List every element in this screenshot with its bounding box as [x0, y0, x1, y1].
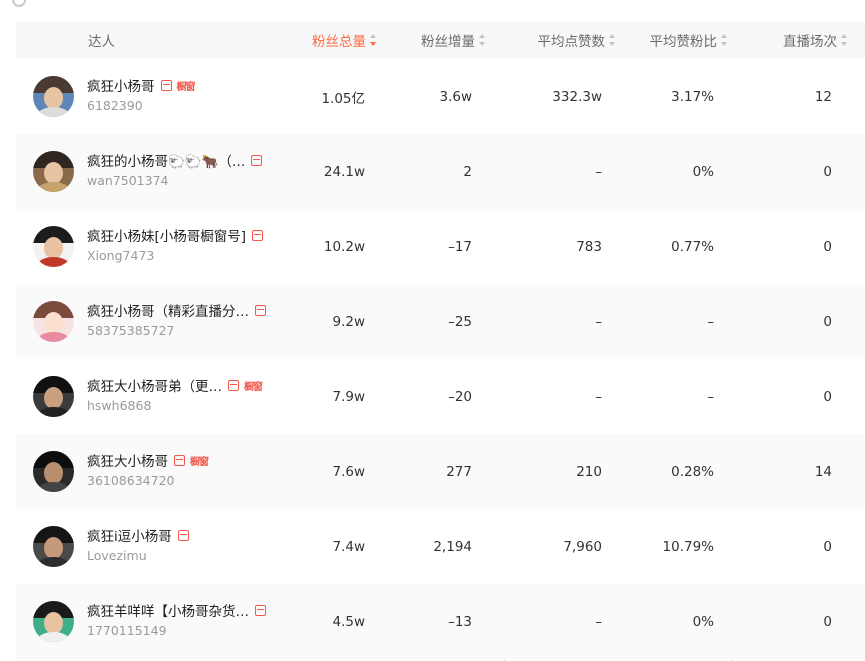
influencer-name[interactable]: 疯狂羊咩咩【小杨哥杂货…	[87, 600, 249, 620]
avatar[interactable]	[33, 376, 74, 417]
douyin-badge-icon	[160, 79, 172, 91]
table-row[interactable]: 疯狂小杨妹[小杨哥橱窗号] Xiong7473 10.2w –17 783 0.…	[16, 209, 865, 284]
fans-total: 7.6w	[332, 463, 365, 480]
fans-increase: –25	[448, 313, 472, 330]
corner-circle-icon	[12, 0, 26, 7]
sort-icon	[721, 34, 728, 46]
fans-total: 1.05亿	[321, 90, 365, 107]
table-row[interactable]: 疯狂羊咩咩【小杨哥杂货… 1770115149 4.5w –13 – 0% 0	[16, 584, 865, 659]
fans-total: 7.4w	[332, 538, 365, 555]
influencer-name[interactable]: 疯狂的小杨哥🐑🐑🐂（…	[87, 150, 245, 170]
avg-likes: –	[595, 163, 602, 180]
douyin-badge-icon	[228, 379, 239, 391]
live-count: 0	[823, 163, 832, 180]
like-fan-ratio: –	[707, 313, 714, 330]
header-avg-likes-sort[interactable]: 平均点赞数	[504, 21, 616, 59]
live-count: 0	[823, 238, 832, 255]
avg-likes: –	[595, 388, 602, 405]
table-header: 达人 粉丝总量 粉丝增量 平均点赞数 平均赞粉比 直播场次	[16, 21, 865, 59]
influencer-name[interactable]: 疯狂大小杨哥	[87, 450, 168, 470]
live-count: 0	[823, 538, 832, 555]
fans-increase: 277	[446, 463, 472, 480]
douyin-badge-icon	[177, 529, 189, 541]
fans-total: 10.2w	[323, 238, 365, 255]
avg-likes: –	[595, 613, 602, 630]
douyin-badge-icon	[174, 454, 185, 466]
sort-icon	[841, 34, 848, 46]
table-row[interactable]: 疯狂小杨哥（精彩直播分… 58375385727 9.2w –25 – – 0	[16, 284, 865, 359]
avg-likes: 7,960	[563, 538, 602, 555]
header-live-count-sort[interactable]: 直播场次	[732, 21, 848, 59]
avatar[interactable]	[33, 301, 74, 342]
douyin-badge-icon	[255, 304, 266, 316]
fans-increase: 3.6w	[439, 88, 472, 105]
like-fan-ratio: 0.77%	[671, 238, 714, 255]
fans-total: 9.2w	[332, 313, 365, 330]
fans-increase: 2	[463, 163, 472, 180]
like-fan-ratio: 10.79%	[662, 538, 714, 555]
avg-likes: 210	[576, 463, 602, 480]
avatar[interactable]	[33, 451, 74, 492]
live-count: 0	[823, 388, 832, 405]
fans-increase: –13	[448, 613, 472, 630]
fans-increase: –20	[448, 388, 472, 405]
avg-likes: 332.3w	[552, 88, 602, 105]
table-row[interactable]: 疯狂大小杨哥弟（更… 橱窗 hswh6868 7.9w –20 – – 0	[16, 359, 865, 434]
live-count: 12	[814, 88, 832, 105]
avatar[interactable]	[33, 601, 74, 642]
influencer-table: 达人 粉丝总量 粉丝增量 平均点赞数 平均赞粉比 直播场次 疯狂小杨哥 橱窗 6…	[16, 21, 865, 661]
header-fans-total-sort[interactable]: 粉丝总量	[271, 21, 377, 59]
shop-badge: 橱窗	[190, 456, 209, 468]
avatar[interactable]	[33, 226, 74, 267]
table-row[interactable]: 疯狂大小杨哥 橱窗 36108634720 7.6w 277 210 0.28%…	[16, 434, 865, 509]
fans-increase: 2,194	[433, 538, 472, 555]
header-fans-increase-sort[interactable]: 粉丝增量	[386, 21, 486, 59]
influencer-name[interactable]: 疯狂小杨哥	[87, 75, 155, 95]
live-count: 0	[823, 313, 832, 330]
like-fan-ratio: 3.17%	[671, 88, 714, 105]
avatar[interactable]	[33, 526, 74, 567]
table-row[interactable]: 疯狂i逗小杨哥 Lovezimu 7.4w 2,194 7,960 10.79%…	[16, 509, 865, 584]
live-count: 0	[823, 613, 832, 630]
like-fan-ratio: 0%	[692, 163, 714, 180]
avg-likes: –	[595, 313, 602, 330]
avatar[interactable]	[33, 76, 74, 117]
avatar[interactable]	[33, 151, 74, 192]
like-fan-ratio: 0.28%	[671, 463, 714, 480]
douyin-badge-icon	[255, 604, 266, 616]
fans-total: 24.1w	[323, 163, 365, 180]
shop-badge: 橱窗	[244, 381, 263, 393]
fans-total: 4.5w	[332, 613, 365, 630]
douyin-badge-icon	[251, 154, 263, 166]
table-row[interactable]: 疯狂的小杨哥🐑🐑🐂（… wan7501374 24.1w 2 – 0% 0	[16, 134, 865, 209]
like-fan-ratio: 0%	[692, 613, 714, 630]
like-fan-ratio: –	[707, 388, 714, 405]
douyin-badge-icon	[252, 229, 264, 241]
influencer-name[interactable]: 疯狂i逗小杨哥	[87, 525, 172, 545]
live-count: 14	[814, 463, 832, 480]
sort-icon	[609, 34, 616, 46]
avg-likes: 783	[576, 238, 602, 255]
table-row[interactable]: 疯狂小杨哥 橱窗 6182390 1.05亿 3.6w 332.3w 3.17%…	[16, 59, 865, 134]
sort-desc-icon	[370, 34, 377, 46]
influencer-name[interactable]: 疯狂大小杨哥弟（更…	[87, 375, 222, 395]
shop-badge: 橱窗	[176, 81, 196, 93]
influencer-name[interactable]: 疯狂小杨哥（精彩直播分…	[87, 300, 249, 320]
fans-total: 7.9w	[332, 388, 365, 405]
influencer-name[interactable]: 疯狂小杨妹[小杨哥橱窗号]	[87, 225, 246, 245]
fans-increase: –17	[448, 238, 472, 255]
sort-icon	[479, 34, 486, 46]
header-like-fan-ratio-sort[interactable]: 平均赞粉比	[616, 21, 728, 59]
